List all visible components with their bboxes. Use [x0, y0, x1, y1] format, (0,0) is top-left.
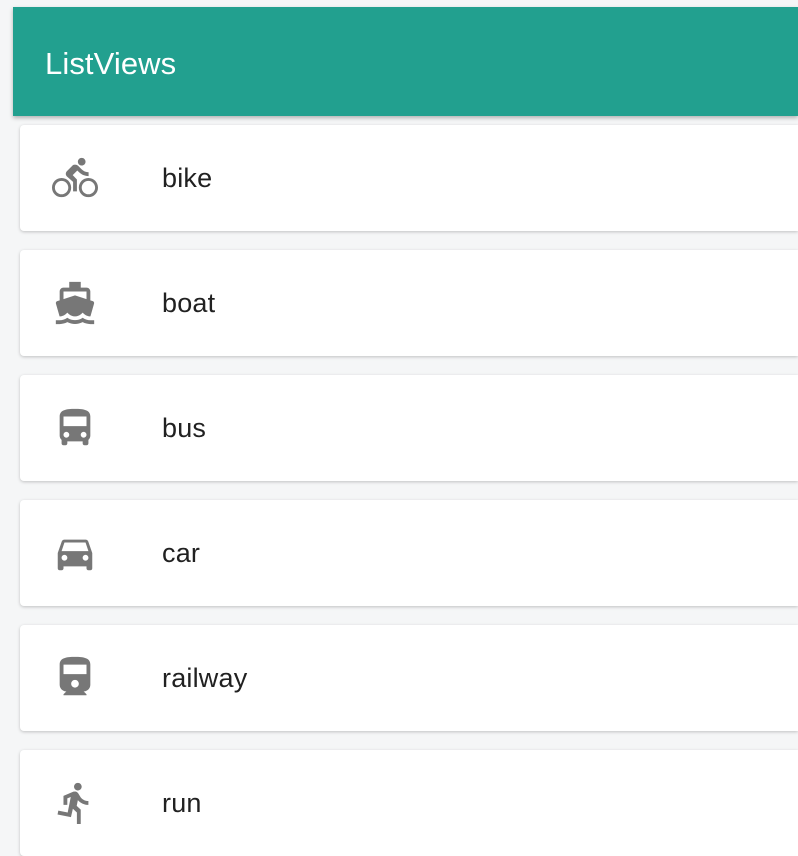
list-item-bus[interactable]: bus — [20, 375, 798, 481]
list-item-label: bus — [162, 412, 207, 443]
list-item-label: run — [162, 787, 202, 818]
railway-icon — [52, 655, 98, 701]
app-title: ListViews — [45, 45, 177, 81]
list-item-boat[interactable]: boat — [20, 250, 798, 356]
list-item-label: car — [162, 537, 201, 568]
list-item-label: boat — [162, 287, 216, 318]
list-item-label: bike — [162, 162, 213, 193]
bus-icon — [52, 405, 98, 451]
car-icon — [52, 530, 98, 576]
run-icon — [52, 780, 98, 826]
list-item-railway[interactable]: railway — [20, 625, 798, 731]
list-item-bike[interactable]: bike — [20, 125, 798, 231]
list-item-car[interactable]: car — [20, 500, 798, 606]
app-bar: ListViews — [13, 7, 798, 116]
boat-icon — [52, 280, 98, 326]
list-item-run[interactable]: run — [20, 750, 798, 856]
list-item-label: railway — [162, 662, 248, 693]
bike-icon — [52, 155, 98, 201]
